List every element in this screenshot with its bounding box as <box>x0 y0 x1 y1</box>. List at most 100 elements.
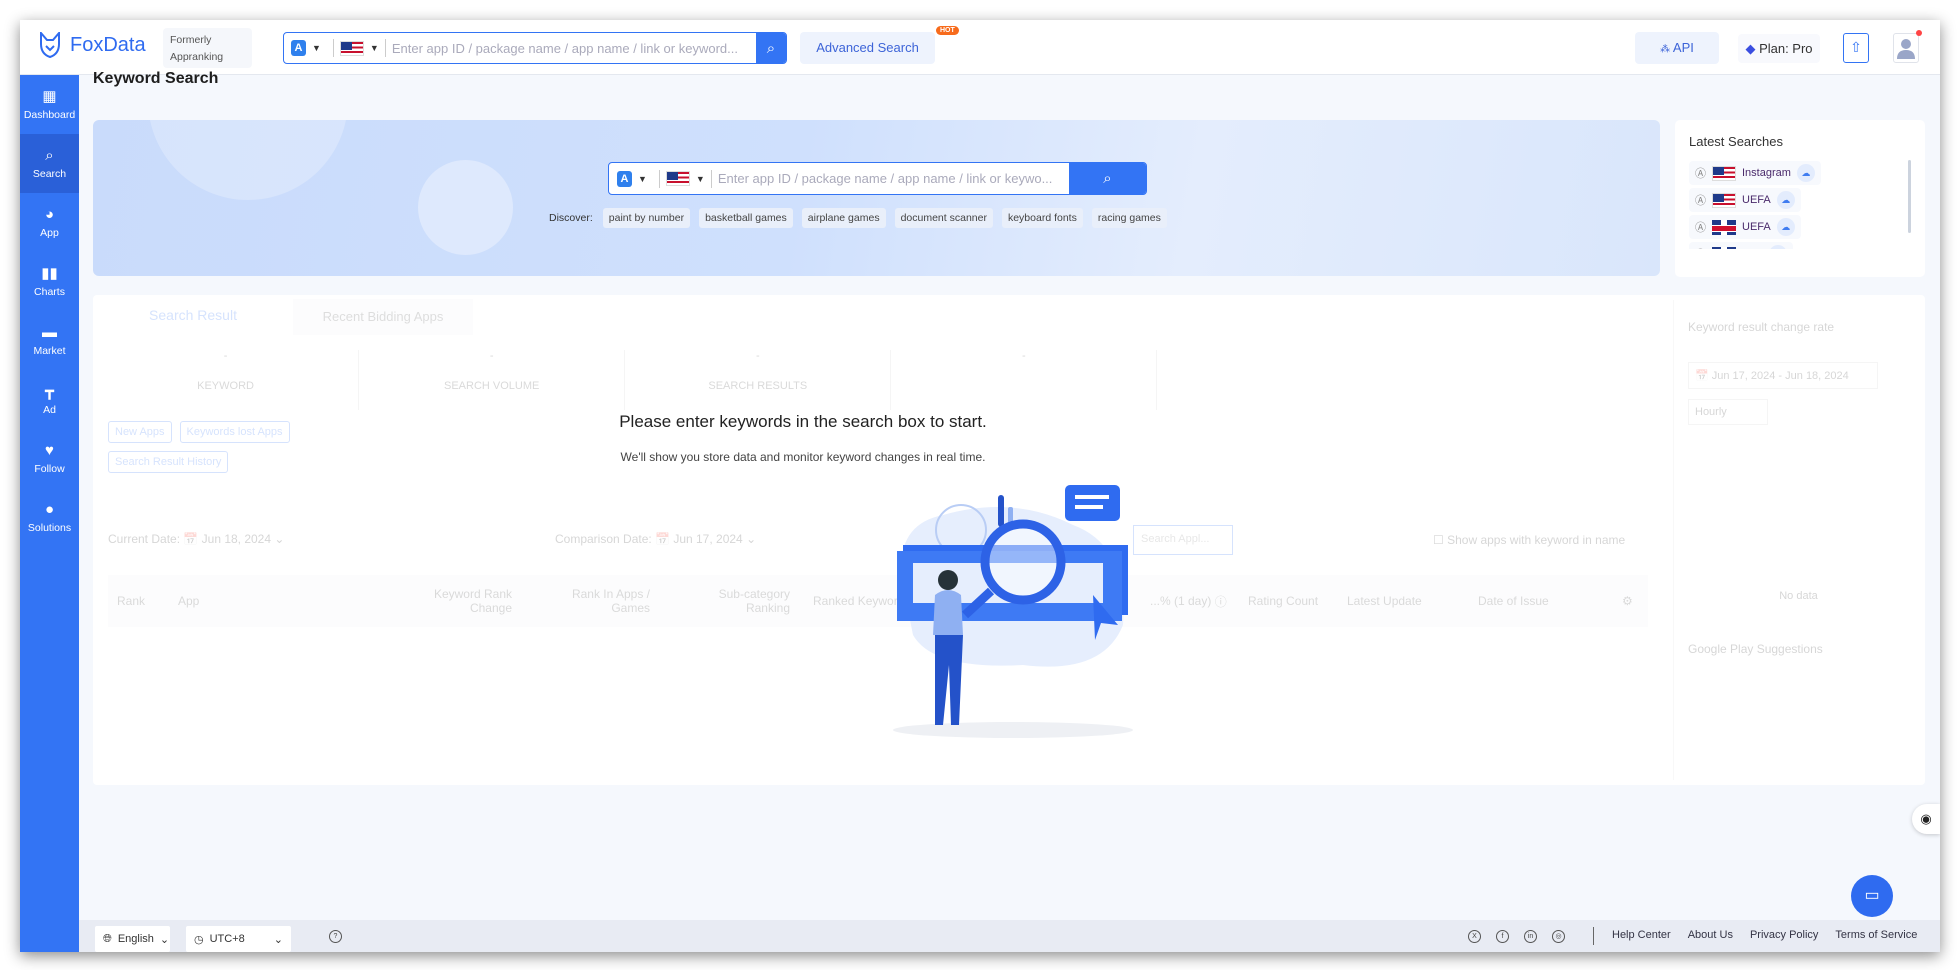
discover-chip[interactable]: airplane games <box>801 208 886 228</box>
sidebar-item-dashboard[interactable]: ▦ Dashboard <box>20 75 79 134</box>
latest-keyword: UEFA <box>1742 194 1771 206</box>
chevron-down-icon: ⌄ <box>159 933 170 946</box>
col-change-label: ...% (1 day) <box>1150 594 1212 608</box>
app-store-outline-icon: Ⓐ <box>1695 195 1706 207</box>
show-keyword-apps-checkbox[interactable]: ☐ Show apps with keyword in name <box>1433 533 1625 547</box>
app-store-outline-icon: Ⓐ <box>1695 246 1706 249</box>
current-date[interactable]: Current Date: 📅 Jun 18, 2024 ⌄ <box>108 532 284 546</box>
sidebar-item-charts[interactable]: ▮▮ Charts <box>20 252 79 311</box>
settings-icon[interactable]: ⚙ <box>1622 575 1633 627</box>
col-keyword-rank-change[interactable]: Keyword Rank Change <box>422 575 512 627</box>
language-select[interactable]: 🌐︎ English ⌄ <box>95 926 170 952</box>
brand-name: FoxData <box>70 33 146 56</box>
col-change[interactable]: ...% (1 day) ⓘ <box>1150 575 1227 627</box>
sidebar-item-follow[interactable]: ♥ Follow <box>20 429 79 488</box>
tab-search-result[interactable]: Search Result <box>93 295 293 335</box>
discover-row: Discover: paint by number basketball gam… <box>549 208 1176 228</box>
timezone-value: UTC+8 <box>209 933 245 945</box>
interval-select[interactable]: Hourly <box>1688 399 1768 425</box>
discover-chip[interactable]: racing games <box>1091 208 1167 228</box>
divider <box>710 169 712 188</box>
col-date-of-issue[interactable]: Date of Issue <box>1478 575 1549 627</box>
stat-value: - <box>223 350 228 362</box>
cloud-icon[interactable]: ☁ <box>1776 191 1795 209</box>
cloud-icon[interactable]: ☁ <box>1776 218 1795 236</box>
country-dropdown-caret[interactable]: ▼ <box>370 43 379 53</box>
stat-keyword: - KEYWORD <box>93 350 360 410</box>
help-center-link[interactable]: Help Center <box>1612 929 1671 941</box>
upload-icon[interactable]: ⇧ <box>1843 33 1869 63</box>
comparison-date[interactable]: Comparison Date: 📅 Jun 17, 2024 ⌄ <box>555 532 756 546</box>
latest-item[interactable]: Ⓐeufa ☁ <box>1689 242 1794 249</box>
api-button[interactable]: ⁂ API <box>1635 32 1719 64</box>
col-app[interactable]: App <box>178 575 199 627</box>
help-icon[interactable]: ? <box>329 930 342 943</box>
plan-button[interactable]: ◆ Plan: Pro <box>1738 34 1820 63</box>
sidebar-item-market[interactable]: ▬ Market <box>20 311 79 370</box>
sidebar-label: Search <box>32 167 67 180</box>
divider <box>332 39 334 57</box>
advanced-search-button[interactable]: Advanced Search <box>800 32 935 64</box>
discover-chip[interactable]: keyboard fonts <box>1001 208 1083 228</box>
col-rating-count[interactable]: Rating Count <box>1248 575 1318 627</box>
app-store-icon[interactable]: A <box>291 40 306 56</box>
header-search-input[interactable]: Enter app ID / package name / app name /… <box>392 41 750 56</box>
latest-item[interactable]: Ⓐ Instagram ☁ <box>1689 161 1821 185</box>
terms-of-service-link[interactable]: Terms of Service <box>1835 929 1917 941</box>
facebook-icon[interactable]: f <box>1496 930 1509 943</box>
about-us-link[interactable]: About Us <box>1688 929 1733 941</box>
sidebar-item-search[interactable]: ⌕ Search <box>20 134 79 193</box>
country-dropdown-caret[interactable]: ▼ <box>696 174 705 184</box>
search-app-input[interactable]: Search Appl... <box>1133 525 1233 555</box>
stat-label: SEARCH RESULTS <box>708 380 808 392</box>
date-range-picker[interactable]: 📅 Jun 17, 2024 - Jun 18, 2024 <box>1688 362 1878 389</box>
cloud-icon[interactable]: ☁ <box>1796 164 1815 182</box>
privacy-policy-link[interactable]: Privacy Policy <box>1750 929 1818 941</box>
banner-search-button[interactable]: ⌕ <box>1069 163 1146 194</box>
app-store-icon[interactable]: A <box>617 170 632 187</box>
user-icon <box>1897 39 1915 59</box>
us-flag-icon[interactable] <box>665 171 690 186</box>
sidebar-label: Ad <box>43 403 56 416</box>
tab-recent-bidding[interactable]: Recent Bidding Apps <box>293 299 473 335</box>
col-latest-update[interactable]: Latest Update <box>1347 575 1422 627</box>
header-search-button[interactable]: ⌕ <box>756 33 786 63</box>
header-search: A ▼ ▼ Enter app ID / package name / app n… <box>283 32 787 64</box>
col-rank-in-apps[interactable]: Rank In Apps / Games <box>565 575 650 627</box>
brand-logo[interactable]: FoxData <box>38 32 146 58</box>
store-dropdown-caret[interactable]: ▼ <box>638 174 647 184</box>
sidebar-item-ad[interactable]: ┳ Ad <box>20 370 79 429</box>
sidebar-item-app[interactable]: ◕ App <box>20 193 79 252</box>
hot-badge: HOT <box>936 26 959 35</box>
linkedin-icon[interactable]: in <box>1524 930 1537 943</box>
instagram-icon[interactable]: ◎ <box>1552 930 1565 943</box>
chat-icon[interactable]: ▭ <box>1851 875 1893 917</box>
discover-chip[interactable]: document scanner <box>894 208 993 228</box>
banner-search: A ▼ ▼ Enter app ID / package name / app n… <box>608 162 1147 195</box>
sidebar-label: Market <box>33 344 66 357</box>
scrollbar[interactable] <box>1908 160 1911 233</box>
store-dropdown-caret[interactable]: ▼ <box>312 43 321 53</box>
label: Show apps with keyword in name <box>1447 533 1626 547</box>
stat-value: - <box>489 350 494 362</box>
latest-item[interactable]: Ⓐ UEFA ☁ <box>1689 215 1801 239</box>
latest-item[interactable]: Ⓐ UEFA ☁ <box>1689 188 1801 212</box>
assistant-bot-icon[interactable]: ◉ <box>1912 804 1940 834</box>
help-icon: ⓘ <box>1214 594 1227 609</box>
discover-chip[interactable]: paint by number <box>602 208 691 228</box>
sidebar-label: Follow <box>34 462 65 475</box>
discover-chip[interactable]: basketball games <box>699 208 793 228</box>
search-banner: A ▼ ▼ Enter app ID / package name / app n… <box>93 120 1660 276</box>
fox-logo-icon <box>40 32 60 58</box>
timezone-select[interactable]: ◷ UTC+8 ⌄ <box>186 926 291 952</box>
stat-label: SEARCH VOLUME <box>443 380 540 392</box>
bar-chart-icon: ▮▮ <box>41 264 58 282</box>
sidebar-item-solutions[interactable]: ● Solutions <box>20 488 79 547</box>
avatar[interactable] <box>1893 33 1919 63</box>
cloud-icon[interactable]: ☁ <box>1769 245 1788 249</box>
us-flag-icon[interactable] <box>339 40 364 56</box>
col-subcategory[interactable]: Sub-category Ranking <box>710 575 790 627</box>
col-rank[interactable]: Rank <box>117 575 145 627</box>
x-icon[interactable]: X <box>1468 930 1481 943</box>
banner-search-input[interactable]: Enter app ID / package name / app name /… <box>718 171 1069 186</box>
